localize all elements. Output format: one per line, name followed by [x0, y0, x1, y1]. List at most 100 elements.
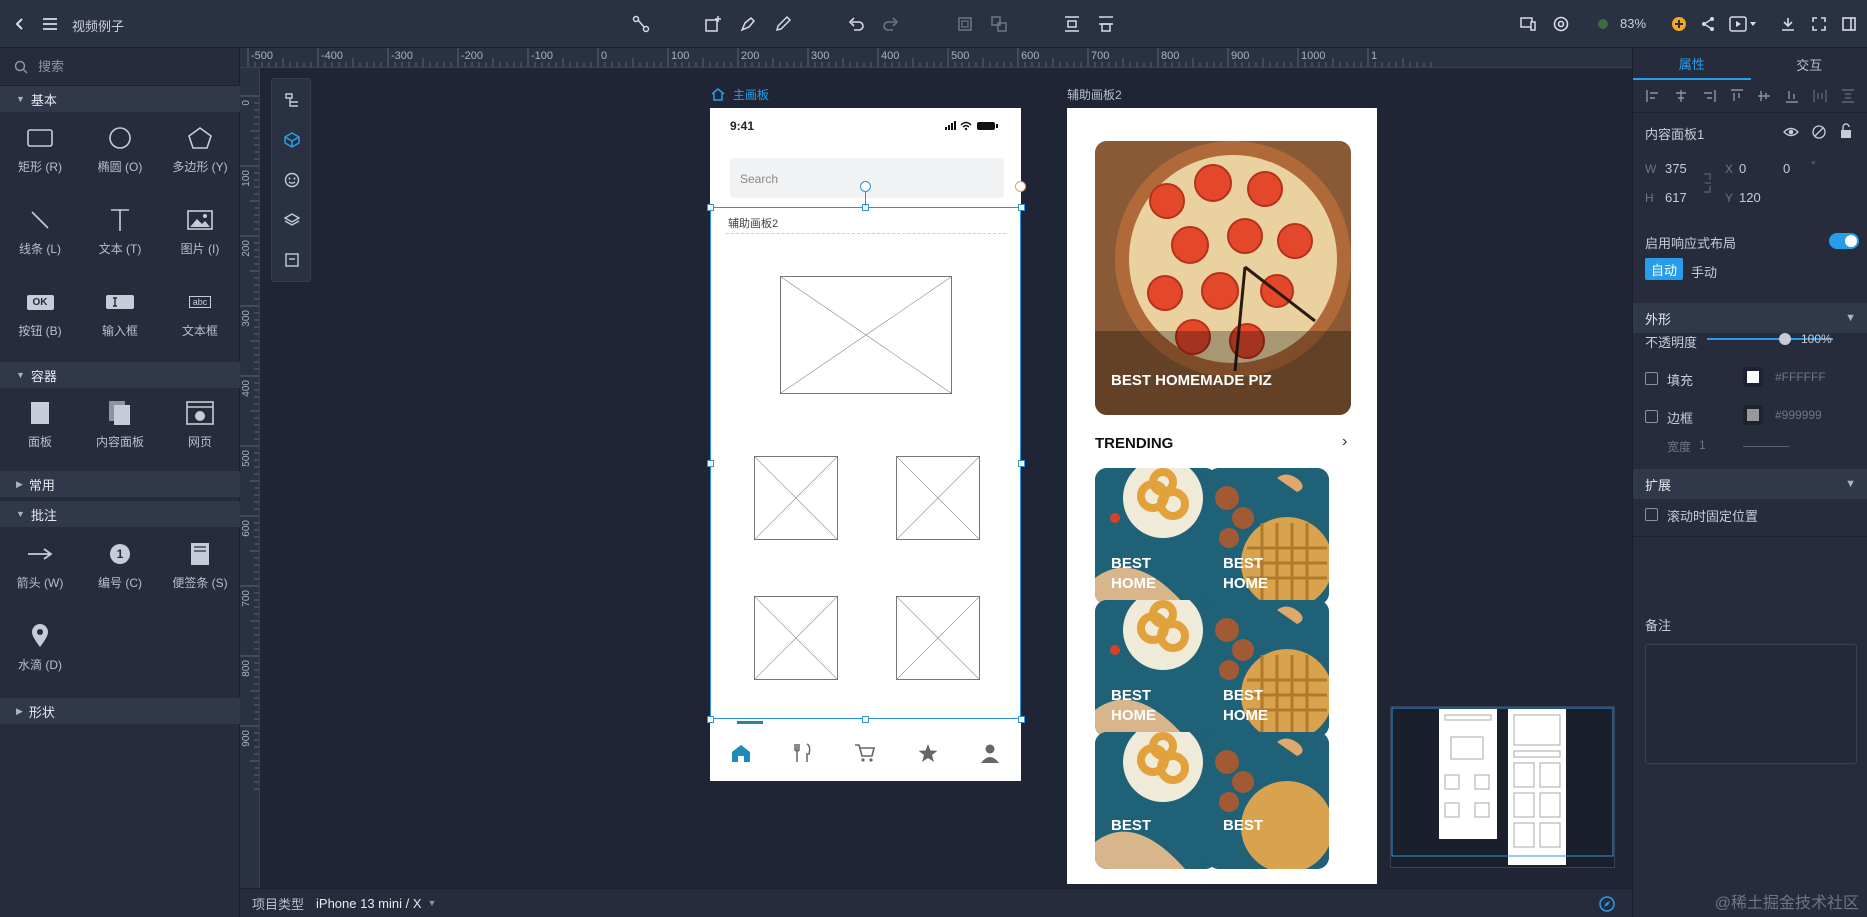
page-icon[interactable]	[272, 241, 312, 279]
undo-icon[interactable]	[843, 0, 869, 48]
food-card[interactable]: BEST	[1095, 732, 1217, 869]
fill-checkbox[interactable]	[1645, 372, 1658, 385]
category-common[interactable]: ▶ 常用	[0, 471, 240, 497]
resize-handle[interactable]	[862, 716, 869, 723]
main-board-label[interactable]: 主画板	[711, 86, 769, 103]
search-input[interactable]	[38, 59, 218, 74]
border-checkbox[interactable]	[1645, 410, 1658, 423]
mode-auto-button[interactable]: 自动	[1645, 258, 1683, 280]
align-left-icon[interactable]	[1646, 89, 1660, 103]
component-name[interactable]: 内容面板1	[1645, 124, 1704, 143]
ungroup-icon[interactable]	[986, 0, 1012, 48]
opacity-slider-knob[interactable]	[1779, 333, 1791, 345]
align-right-icon[interactable]	[1702, 89, 1716, 103]
settings-icon[interactable]	[1548, 0, 1574, 48]
opacity-value[interactable]: 100%	[1801, 332, 1832, 346]
pen-icon[interactable]	[735, 0, 761, 48]
food-card[interactable]: BEST	[1207, 732, 1329, 869]
tool-webpage[interactable]: 网页	[160, 395, 240, 461]
category-annotation[interactable]: ▼ 批注	[0, 501, 240, 527]
board2-frame[interactable]: BEST HOMEMADE PIZ TRENDING › BEST HOME BE…	[1067, 108, 1377, 884]
fill-swatch[interactable]	[1743, 367, 1763, 387]
tab-interaction[interactable]: 交互	[1751, 48, 1867, 80]
emoji-icon[interactable]	[272, 161, 312, 199]
canvas-minimap[interactable]	[1390, 706, 1615, 868]
chevron-right-icon[interactable]: ›	[1342, 433, 1347, 451]
link-ratio-icon[interactable]	[1702, 172, 1714, 194]
back-icon[interactable]	[8, 0, 32, 48]
restaurant-nav-icon[interactable]	[774, 742, 832, 764]
download-icon[interactable]	[1777, 0, 1799, 48]
component-icon[interactable]	[272, 121, 312, 159]
tool-drop[interactable]: 水滴 (D)	[0, 618, 80, 684]
section-appearance[interactable]: 外形 ▼	[1633, 303, 1867, 333]
radius-handle[interactable]	[1015, 181, 1026, 192]
share-icon[interactable]	[1697, 0, 1719, 48]
distribute-h-icon[interactable]	[1093, 0, 1119, 48]
align-middle-icon[interactable]	[1757, 89, 1771, 103]
resize-handle[interactable]	[1018, 460, 1025, 467]
tool-line[interactable]: 线条 (L)	[0, 202, 80, 268]
category-container[interactable]: ▼ 容器	[0, 362, 240, 388]
category-basic[interactable]: ▼ 基本	[0, 86, 240, 112]
selection-box[interactable]	[710, 207, 1021, 719]
food-card[interactable]: BEST HOME	[1095, 468, 1217, 605]
tool-rectangle[interactable]: 矩形 (R)	[0, 120, 80, 186]
tool-arrow[interactable]: 箭头 (W)	[0, 536, 80, 602]
panel-toggle-icon[interactable]	[1838, 0, 1860, 48]
layers-icon[interactable]	[272, 201, 312, 239]
compass-icon[interactable]	[1599, 896, 1615, 912]
fixed-scroll-checkbox[interactable]	[1645, 508, 1658, 521]
hero-pizza-image[interactable]: BEST HOMEMADE PIZ	[1095, 141, 1351, 415]
distribute-vertical-icon[interactable]	[1841, 89, 1855, 103]
profile-nav-icon[interactable]	[961, 743, 1019, 763]
frame-add-icon[interactable]	[700, 0, 726, 48]
resize-handle[interactable]	[1018, 204, 1025, 211]
fullscreen-icon[interactable]	[1808, 0, 1830, 48]
redo-icon[interactable]	[878, 0, 904, 48]
responsive-toggle[interactable]	[1829, 233, 1859, 249]
phone-search-field[interactable]: Search	[730, 158, 1004, 198]
connector-icon[interactable]	[628, 0, 654, 48]
category-shape[interactable]: ▶ 形状	[0, 698, 240, 724]
section-extend[interactable]: 扩展 ▼	[1633, 469, 1867, 499]
cart-nav-icon[interactable]	[836, 743, 894, 763]
zoom-level[interactable]: 83%	[1620, 16, 1646, 31]
align-center-icon[interactable]	[1674, 89, 1688, 103]
resize-handle[interactable]	[707, 716, 714, 723]
tool-number[interactable]: 1 编号 (C)	[80, 536, 160, 602]
y-input[interactable]: 120	[1739, 190, 1761, 205]
fill-value[interactable]: #FFFFFF	[1775, 370, 1826, 384]
border-swatch[interactable]	[1743, 405, 1763, 425]
tool-content-panel[interactable]: 内容面板	[80, 395, 160, 461]
tool-input[interactable]: 输入框	[80, 284, 160, 350]
home-nav-icon[interactable]	[712, 743, 770, 763]
pencil-icon[interactable]	[770, 0, 796, 48]
tab-properties[interactable]: 属性	[1633, 48, 1751, 80]
tool-sticky-note[interactable]: 便签条 (S)	[160, 536, 240, 602]
resize-handle[interactable]	[1018, 716, 1025, 723]
lock-icon[interactable]	[1839, 123, 1853, 139]
x-input[interactable]: 0	[1739, 161, 1746, 176]
width-input[interactable]: 375	[1665, 161, 1687, 176]
food-card[interactable]: BEST HOME	[1207, 600, 1329, 737]
tool-textarea[interactable]: abc 文本框	[160, 284, 240, 350]
upgrade-icon[interactable]	[1668, 0, 1690, 48]
tool-text[interactable]: 文本 (T)	[80, 202, 160, 268]
chevron-down-icon[interactable]: ▼	[428, 898, 437, 908]
align-bottom-icon[interactable]	[1785, 89, 1799, 103]
border-style-select[interactable]	[1743, 446, 1789, 447]
rotation-input[interactable]: 0	[1783, 161, 1790, 176]
group-icon[interactable]	[952, 0, 978, 48]
align-top-icon[interactable]	[1730, 89, 1744, 103]
food-card[interactable]: BEST HOME	[1095, 600, 1217, 737]
disable-icon[interactable]	[1811, 124, 1827, 140]
notes-textarea[interactable]	[1645, 644, 1857, 764]
device-select[interactable]: iPhone 13 mini / X	[316, 896, 422, 911]
distribute-horizontal-icon[interactable]	[1813, 89, 1827, 103]
rotate-handle[interactable]	[860, 181, 871, 192]
preview-icon[interactable]	[1726, 0, 1760, 48]
tool-ellipse[interactable]: 椭圆 (O)	[80, 120, 160, 186]
distribute-v-icon[interactable]	[1059, 0, 1085, 48]
border-width-value[interactable]: 1	[1699, 438, 1706, 452]
